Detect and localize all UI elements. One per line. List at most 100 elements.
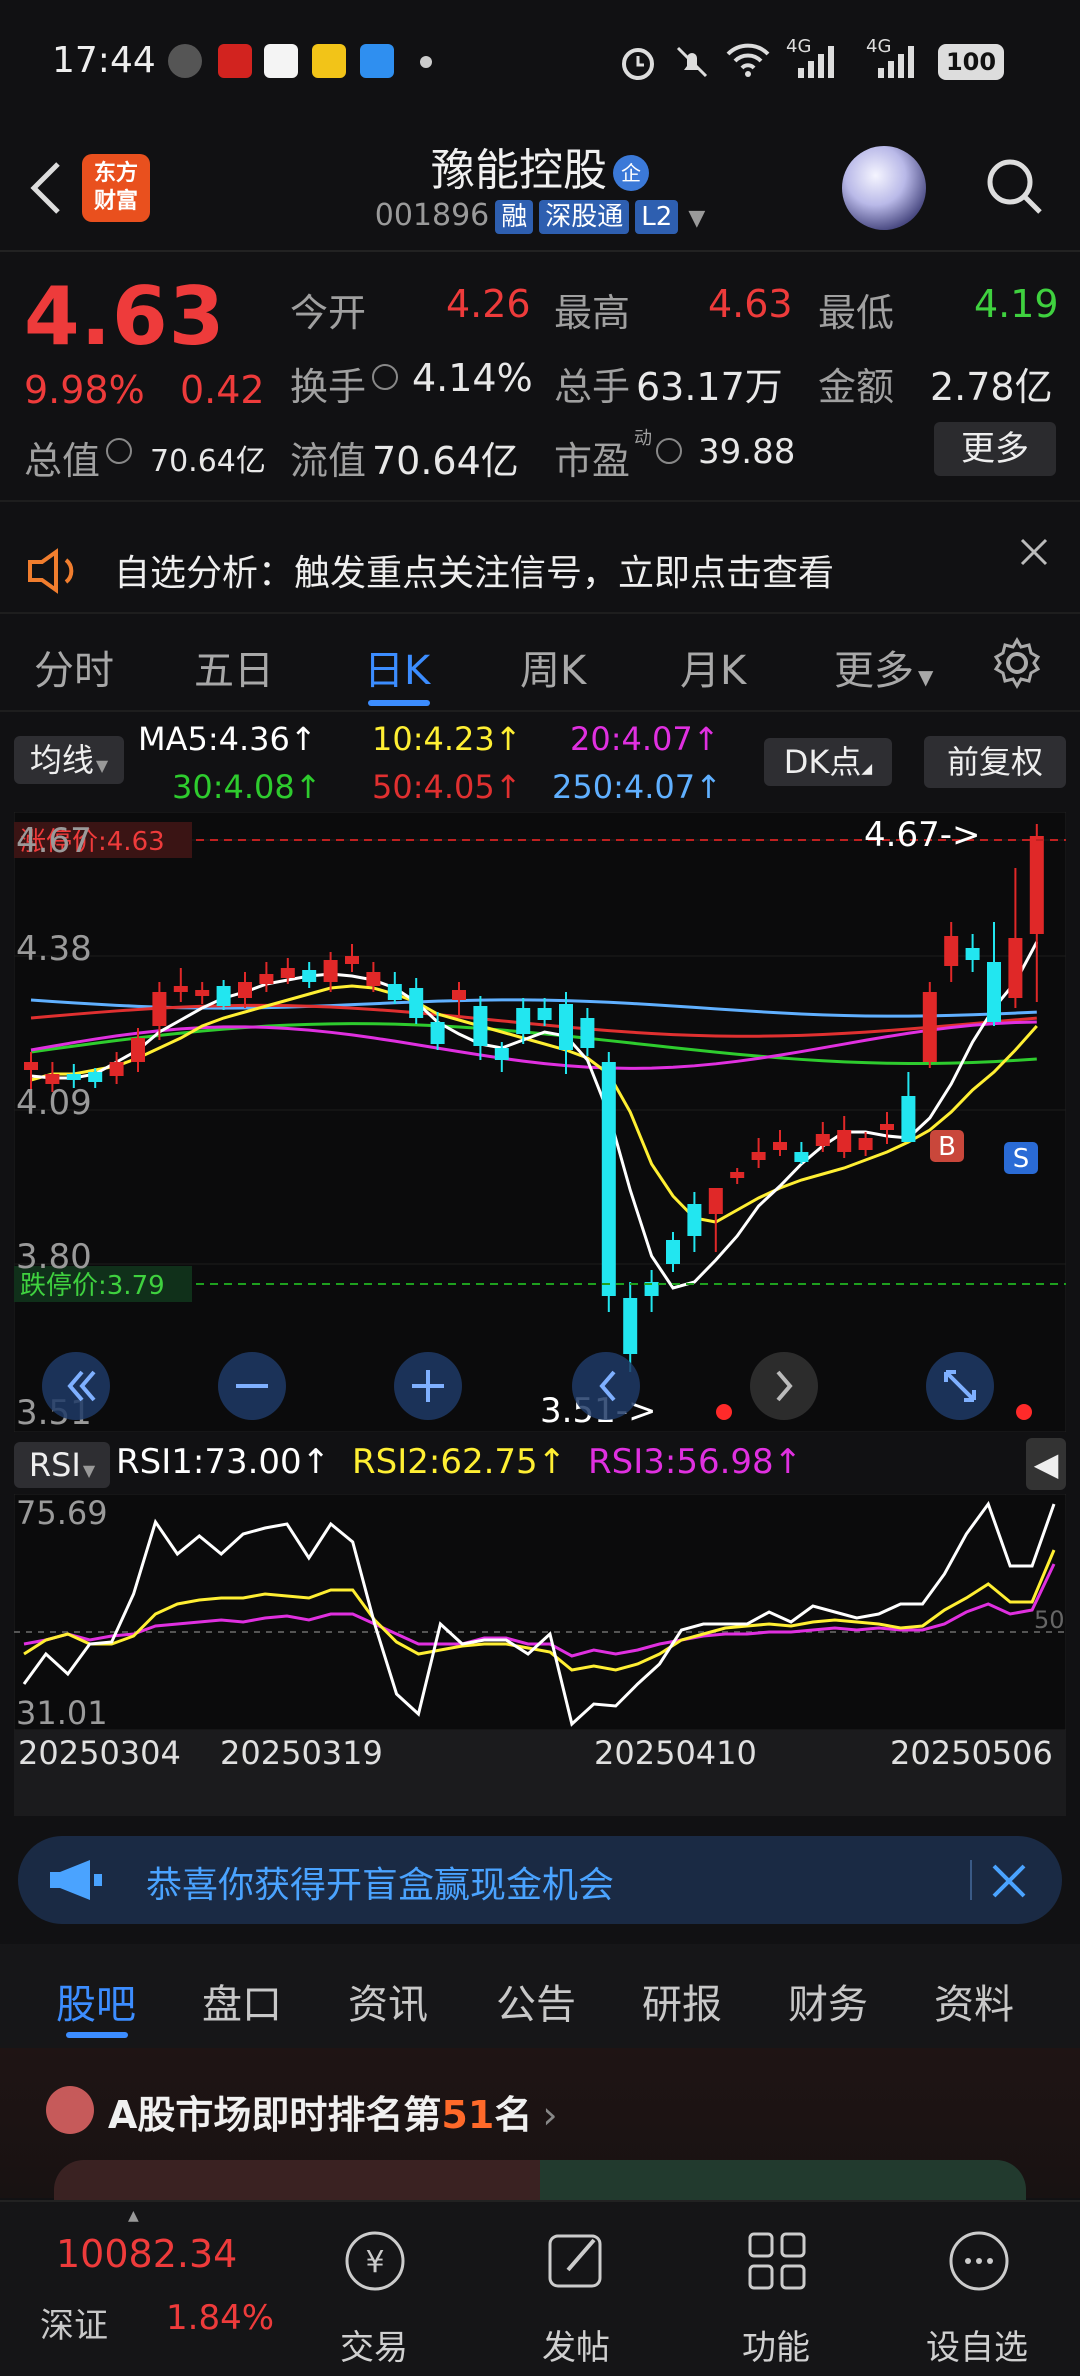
buy-marker: B bbox=[938, 1132, 956, 1162]
nav-add-watchlist[interactable]: 设自选 bbox=[926, 2320, 1028, 2369]
dk-point-button[interactable]: DK点◢ bbox=[764, 738, 892, 786]
amount-label: 金额 bbox=[818, 365, 895, 409]
content-tabs: 股吧 盘口 资讯 公告 研报 财务 资料 bbox=[0, 1944, 1080, 2048]
active-tab-indicator bbox=[66, 2032, 128, 2038]
rsi2-value: RSI2:62.75↑ bbox=[352, 1442, 567, 1482]
pe-value: 39.88 bbox=[698, 432, 796, 472]
battery-icon: 100 bbox=[938, 44, 1004, 80]
float-cap-label: 流值 bbox=[290, 439, 367, 483]
ytick-3: 4.09 bbox=[16, 1083, 92, 1123]
promo-banner[interactable]: 恭喜你获得开盲盒赢现金机会 bbox=[18, 1836, 1062, 1924]
zoom-out-button[interactable] bbox=[218, 1352, 286, 1420]
app-red-icon bbox=[218, 44, 252, 78]
ma-toggle[interactable]: 均线 ▼ bbox=[14, 736, 124, 784]
market-rank-card[interactable]: A股市场即时排名第51名 › bbox=[0, 2048, 1080, 2220]
tab-financials[interactable]: 财务 bbox=[788, 1972, 868, 2030]
float-cap-value: 70.64亿 bbox=[372, 439, 519, 483]
tag-margin: 融 bbox=[495, 200, 534, 234]
signal-1-icon bbox=[798, 46, 834, 78]
caret-down-icon: ▼ bbox=[918, 665, 934, 689]
app-blue-icon bbox=[360, 44, 394, 78]
rank-text: A股市场即时排名第51名 › bbox=[108, 2093, 558, 2137]
stock-header: 东方 财富 豫能控股企 001896 融深股通 L2 ▼ bbox=[0, 128, 1080, 252]
scroll-left-fast-button[interactable] bbox=[42, 1352, 110, 1420]
enterprise-badge: 企 bbox=[613, 155, 649, 191]
post-edit-icon[interactable] bbox=[542, 2226, 612, 2296]
last-price: 4.63 bbox=[24, 270, 226, 363]
candlestick-chart[interactable]: 涨停价:4.63 跌停价:3.79 4.67 4.38 4.09 3.80 3.… bbox=[14, 812, 1066, 1432]
bottom-navigation: ▲ 10082.34 深证 1.84% ¥ 交易 发帖 功能 设自选 bbox=[0, 2200, 1080, 2376]
low-value: 4.19 bbox=[974, 282, 1059, 326]
signal-dot bbox=[716, 1404, 732, 1420]
tab-order-book[interactable]: 盘口 bbox=[202, 1972, 282, 2030]
assistant-robot-icon[interactable] bbox=[842, 146, 926, 230]
active-tab-indicator bbox=[368, 700, 430, 706]
status-bar: 17:44 4G 4G 100 bbox=[0, 0, 1080, 128]
trade-yen-icon[interactable]: ¥ bbox=[340, 2226, 410, 2296]
megaphone-icon bbox=[50, 1860, 102, 1900]
volume-value: 63.17万 bbox=[636, 365, 783, 409]
close-icon[interactable] bbox=[1018, 536, 1050, 568]
collapse-panel-button[interactable]: ◀ bbox=[1026, 1438, 1066, 1490]
ma250-value: 250:4.07↑ bbox=[552, 768, 722, 806]
tab-five-day[interactable]: 五日 bbox=[194, 638, 274, 696]
tab-announcements[interactable]: 公告 bbox=[496, 1972, 576, 2030]
scroll-right-button[interactable] bbox=[750, 1352, 818, 1420]
rsi-ytop: 75.69 bbox=[16, 1494, 108, 1532]
rsi-chart[interactable]: 75.69 31.01 50 bbox=[14, 1494, 1066, 1730]
market-cap-value: 70.64亿 bbox=[150, 444, 266, 479]
nav-functions[interactable]: 功能 bbox=[742, 2320, 810, 2369]
chevron-right-icon: › bbox=[542, 2093, 558, 2137]
ytick-2: 4.38 bbox=[16, 929, 92, 969]
close-icon[interactable] bbox=[990, 1862, 1028, 1900]
functions-grid-icon[interactable] bbox=[742, 2226, 812, 2296]
tab-monthly-k[interactable]: 月K bbox=[680, 638, 746, 696]
scroll-left-button[interactable] bbox=[572, 1352, 640, 1420]
tab-news[interactable]: 资讯 bbox=[348, 1972, 428, 2030]
nav-post[interactable]: 发帖 bbox=[542, 2320, 610, 2369]
caret-icon: ▼ bbox=[82, 1461, 96, 1480]
dot-icon bbox=[420, 56, 432, 68]
fullscreen-button[interactable] bbox=[926, 1352, 994, 1420]
rsi-toggle[interactable]: RSI ▼ bbox=[14, 1442, 110, 1488]
high-label: 最高 bbox=[554, 291, 631, 335]
nav-trade[interactable]: 交易 bbox=[340, 2320, 408, 2369]
tag-shenzhen-connect: 深股通 bbox=[539, 200, 630, 234]
turnover-label: 换手 bbox=[290, 365, 367, 409]
svg-text:¥: ¥ bbox=[365, 2245, 384, 2280]
status-time: 17:44 bbox=[52, 40, 156, 81]
rsi-mid-label: 50 bbox=[1034, 1606, 1065, 1634]
tab-profile[interactable]: 资料 bbox=[934, 1972, 1014, 2030]
info-icon[interactable] bbox=[106, 438, 132, 464]
more-button[interactable]: 更多 bbox=[934, 422, 1056, 476]
signal-2-icon bbox=[878, 46, 914, 78]
info-icon[interactable] bbox=[372, 364, 398, 390]
pe-sup: 动 bbox=[634, 428, 652, 449]
tab-weekly-k[interactable]: 周K bbox=[520, 638, 586, 696]
tab-intraday[interactable]: 分时 bbox=[34, 638, 114, 696]
date-label-4: 20250506 bbox=[890, 1734, 1053, 1772]
tab-more[interactable]: 更多 ▼ bbox=[834, 638, 933, 696]
tab-research[interactable]: 研报 bbox=[642, 1972, 722, 2030]
tag-l2: L2 bbox=[635, 200, 679, 234]
index-value[interactable]: 10082.34 bbox=[56, 2232, 237, 2276]
search-icon[interactable] bbox=[982, 154, 1046, 218]
rsi1-value: RSI1:73.00↑ bbox=[116, 1442, 331, 1482]
wifi-icon bbox=[726, 43, 770, 77]
tab-stock-forum[interactable]: 股吧 bbox=[56, 1972, 136, 2030]
corner-icon: ◢ bbox=[861, 761, 873, 777]
candle bbox=[601, 1052, 616, 1312]
settings-gear-icon[interactable] bbox=[990, 636, 1044, 690]
turnover-value: 4.14% bbox=[412, 356, 533, 400]
info-icon[interactable] bbox=[656, 438, 682, 464]
ma20-value: 20:4.07↑ bbox=[570, 720, 720, 758]
tab-daily-k[interactable]: 日K bbox=[364, 638, 430, 696]
caret-icon: ▼ bbox=[95, 756, 109, 775]
forward-adjust-button[interactable]: 前复权 bbox=[924, 736, 1066, 788]
zoom-in-button[interactable] bbox=[394, 1352, 462, 1420]
max-price-label: 4.67-> bbox=[864, 815, 980, 855]
add-watchlist-icon[interactable] bbox=[944, 2226, 1014, 2296]
ytick-1: 4.67 bbox=[16, 821, 92, 861]
index-caret-icon: ▲ bbox=[128, 2208, 139, 2224]
analysis-notice[interactable]: 自选分析：触发重点关注信号，立即点击查看 bbox=[0, 530, 1080, 610]
